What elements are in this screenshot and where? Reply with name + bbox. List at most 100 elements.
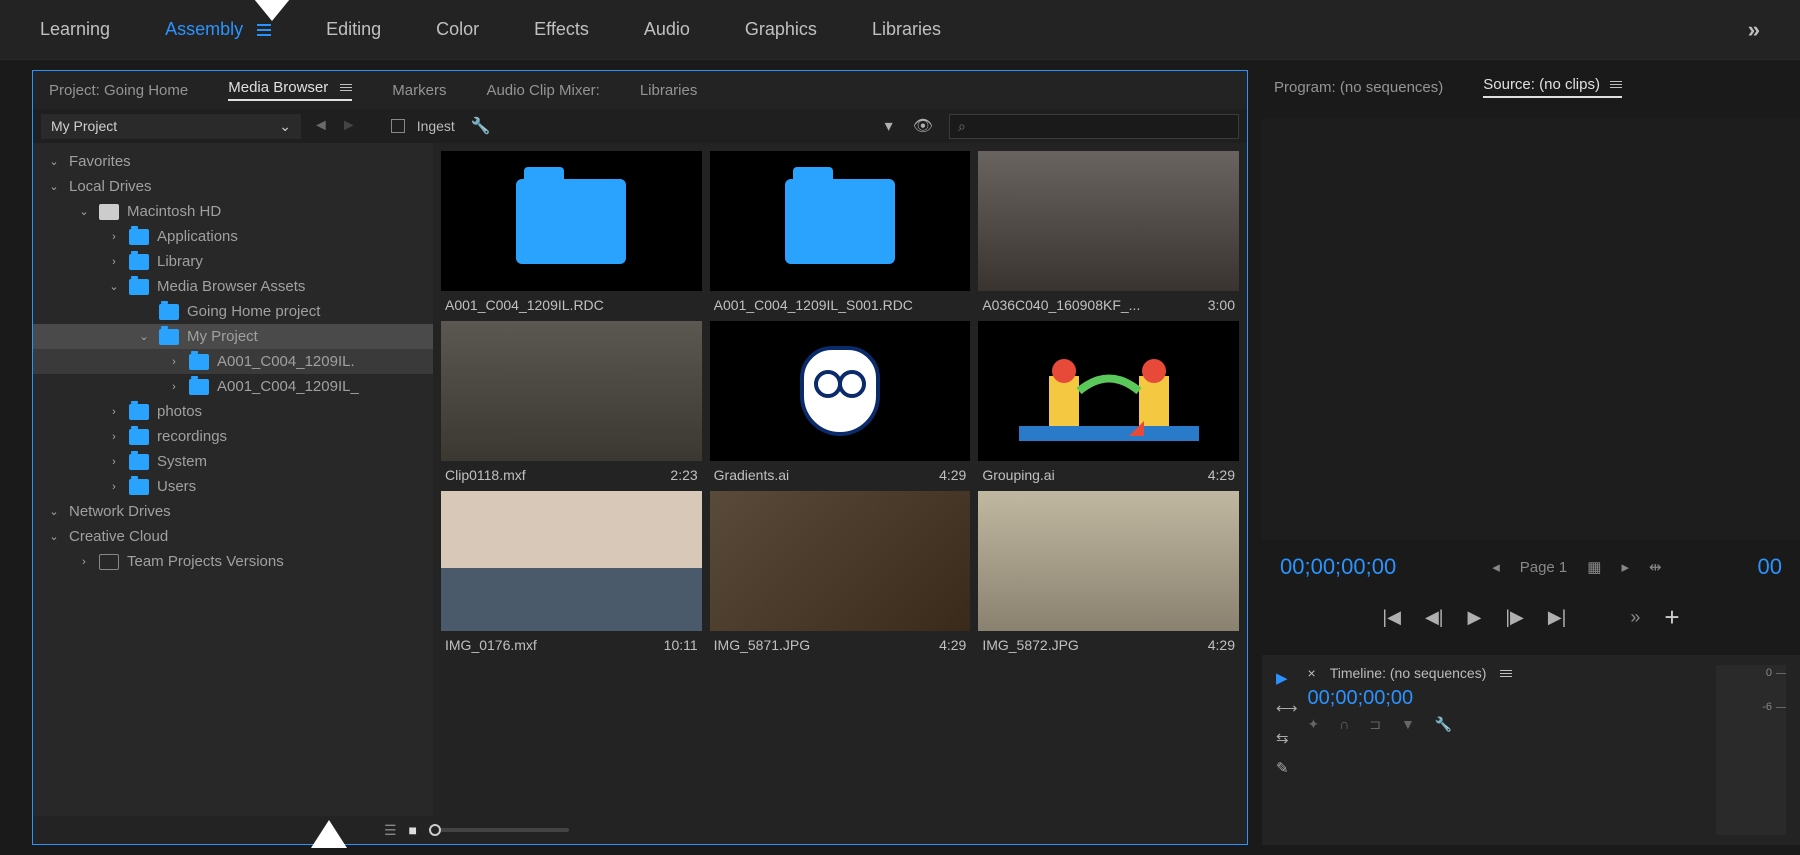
search-input[interactable]: ⌕ <box>949 114 1239 139</box>
workspace-menu-icon[interactable] <box>257 24 271 36</box>
zoom-slider[interactable] <box>429 828 569 832</box>
tree-item[interactable]: ›Applications <box>33 224 433 249</box>
fit-icon[interactable]: ⇹ <box>1649 558 1662 576</box>
marker-icon[interactable]: ▼ <box>1401 716 1415 733</box>
go-to-in-icon[interactable]: |◀ <box>1382 607 1401 628</box>
folder-tree[interactable]: ⌄Favorites⌄Local Drives⌄Macintosh HD›App… <box>33 143 433 816</box>
tree-item[interactable]: ⌄Network Drives <box>33 499 433 524</box>
chevron-right-icon[interactable]: › <box>77 556 91 568</box>
thumbnail-grid[interactable]: A001_C004_1209IL.RDCA001_C004_1209IL_S00… <box>433 143 1247 816</box>
tab-program-monitor[interactable]: Program: (no sequences) <box>1274 76 1443 98</box>
magnet-icon[interactable]: ∩ <box>1339 716 1349 733</box>
chevron-right-icon[interactable]: › <box>107 431 121 443</box>
nav-forward-icon[interactable]: ► <box>341 117 357 135</box>
media-thumbnail[interactable]: Clip0118.mxf2:23 <box>441 321 702 483</box>
ingest-checkbox[interactable] <box>391 119 405 133</box>
workspace-overflow-icon[interactable]: » <box>1748 17 1760 43</box>
tree-item[interactable]: ⌄Media Browser Assets <box>33 274 433 299</box>
nav-back-icon[interactable]: ◄ <box>313 117 329 135</box>
chevron-right-icon[interactable]: › <box>107 231 121 243</box>
chevron-down-icon[interactable]: ⌄ <box>77 205 91 218</box>
workspace-audio[interactable]: Audio <box>644 19 690 40</box>
tab-markers[interactable]: Markers <box>392 82 446 99</box>
tree-item[interactable]: ⌄Macintosh HD <box>33 199 433 224</box>
workspace-learning[interactable]: Learning <box>40 19 110 40</box>
tab-media-browser[interactable]: Media Browser <box>228 79 352 101</box>
media-thumbnail[interactable]: IMG_5872.JPG4:29 <box>978 491 1239 653</box>
tree-item[interactable]: ›A001_C004_1209IL. <box>33 349 433 374</box>
workspace-editing[interactable]: Editing <box>326 19 381 40</box>
chevron-right-icon[interactable]: › <box>167 356 181 368</box>
go-to-out-icon[interactable]: ▶| <box>1548 607 1567 628</box>
chevron-down-icon[interactable]: ⌄ <box>47 530 61 543</box>
play-icon[interactable]: ▶ <box>1467 607 1481 628</box>
media-thumbnail[interactable]: IMG_5871.JPG4:29 <box>710 491 971 653</box>
tree-item[interactable]: ⌄Favorites <box>33 149 433 174</box>
grid-view-icon[interactable]: ■ <box>409 822 417 838</box>
media-thumbnail[interactable]: Gradients.ai4:29 <box>710 321 971 483</box>
path-dropdown[interactable]: My Project ⌄ <box>41 114 301 139</box>
page-prev-icon[interactable]: ◂ <box>1492 558 1500 576</box>
chevron-right-icon[interactable]: › <box>107 406 121 418</box>
chevron-right-icon[interactable]: › <box>107 256 121 268</box>
snap-icon[interactable]: ✦ <box>1308 716 1320 733</box>
workspace-assembly[interactable]: Assembly <box>165 19 271 40</box>
workspace-libraries[interactable]: Libraries <box>872 19 941 40</box>
media-thumbnail[interactable]: A001_C004_1209IL.RDC <box>441 151 702 313</box>
zoom-handle[interactable] <box>429 824 441 836</box>
workspace-effects[interactable]: Effects <box>534 19 589 40</box>
chevron-right-icon[interactable]: › <box>167 381 181 393</box>
panel-menu-icon[interactable] <box>340 84 352 91</box>
tree-item[interactable]: ›photos <box>33 399 433 424</box>
tab-source-monitor[interactable]: Source: (no clips) <box>1483 76 1622 98</box>
tree-item[interactable]: ›Team Projects Versions <box>33 549 433 574</box>
chevron-down-icon[interactable]: ⌄ <box>137 330 151 343</box>
media-thumbnail[interactable]: A001_C004_1209IL_S001.RDC <box>710 151 971 313</box>
chevron-down-icon[interactable]: ⌄ <box>47 180 61 193</box>
tab-project[interactable]: Project: Going Home <box>49 82 188 99</box>
tree-item[interactable]: Going Home project <box>33 299 433 324</box>
source-timecode[interactable]: 00;00;00;00 <box>1280 554 1396 580</box>
selection-tool-icon[interactable]: ▶ <box>1276 669 1298 687</box>
tree-item[interactable]: ⌄Creative Cloud <box>33 524 433 549</box>
timeline-timecode[interactable]: 00;00;00;00 <box>1308 687 1706 710</box>
media-thumbnail[interactable]: IMG_0176.mxf10:11 <box>441 491 702 653</box>
step-forward-icon[interactable]: |▶ <box>1505 607 1524 628</box>
wrench-icon[interactable]: 🔧 <box>467 116 495 136</box>
razor-tool-icon[interactable]: ✎ <box>1276 759 1298 777</box>
page-next-icon[interactable]: ▸ <box>1621 558 1629 576</box>
chevron-right-icon[interactable]: › <box>107 481 121 493</box>
chevron-down-icon[interactable]: ⌄ <box>107 280 121 293</box>
filter-icon[interactable]: ▾ <box>881 116 897 136</box>
close-icon[interactable]: × <box>1308 665 1316 681</box>
slip-tool-icon[interactable]: ⇆ <box>1276 729 1298 747</box>
source-menu-icon[interactable] <box>1610 81 1622 88</box>
tree-item[interactable]: ⌄My Project <box>33 324 433 349</box>
tab-libraries[interactable]: Libraries <box>640 82 698 99</box>
preview-eye-icon[interactable]: 👁 <box>909 116 937 136</box>
ripple-tool-icon[interactable]: ⟷ <box>1276 699 1298 717</box>
workspace-color[interactable]: Color <box>436 19 479 40</box>
search-field[interactable] <box>974 119 1230 134</box>
chevron-right-icon[interactable]: › <box>107 456 121 468</box>
workspace-graphics[interactable]: Graphics <box>745 19 817 40</box>
step-back-icon[interactable]: ◀| <box>1425 607 1444 628</box>
timeline-menu-icon[interactable] <box>1500 670 1512 677</box>
tree-item[interactable]: ›recordings <box>33 424 433 449</box>
tree-item[interactable]: ⌄Local Drives <box>33 174 433 199</box>
media-thumbnail[interactable]: A036C040_160908KF_...3:00 <box>978 151 1239 313</box>
settings-icon[interactable]: 🔧 <box>1435 716 1452 733</box>
transport-overflow-icon[interactable]: » <box>1630 607 1640 628</box>
tree-item[interactable]: ›System <box>33 449 433 474</box>
add-button-icon[interactable]: + <box>1664 602 1679 633</box>
list-view-icon[interactable]: ☰ <box>384 822 397 839</box>
chevron-down-icon[interactable]: ⌄ <box>47 505 61 518</box>
tree-item[interactable]: ›Library <box>33 249 433 274</box>
link-icon[interactable]: ⊐ <box>1369 716 1381 733</box>
tab-audio-mixer[interactable]: Audio Clip Mixer: <box>486 82 599 99</box>
tree-item[interactable]: ›Users <box>33 474 433 499</box>
page-grid-icon[interactable]: ▦ <box>1587 558 1601 576</box>
tree-item[interactable]: ›A001_C004_1209IL_ <box>33 374 433 399</box>
media-thumbnail[interactable]: Grouping.ai4:29 <box>978 321 1239 483</box>
chevron-down-icon[interactable]: ⌄ <box>47 155 61 168</box>
